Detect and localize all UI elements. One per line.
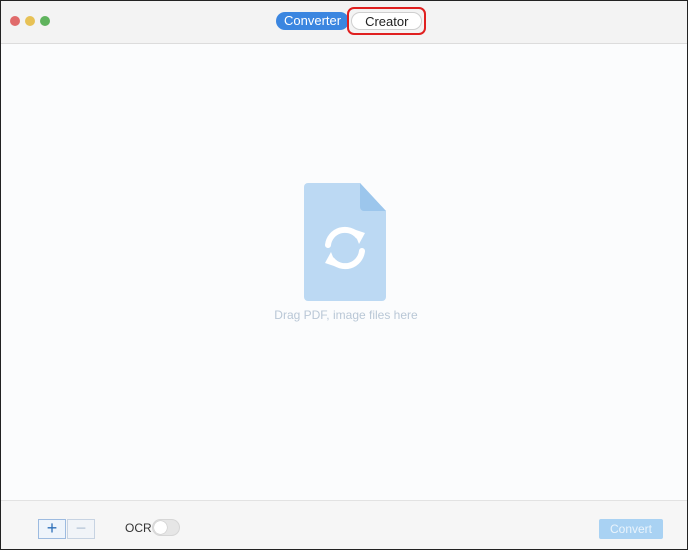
add-file-button[interactable]: + xyxy=(38,519,66,539)
tab-creator-label: Creator xyxy=(365,14,409,29)
mode-segmented-control: Converter Creator xyxy=(276,7,427,35)
minimize-window-button[interactable] xyxy=(25,16,35,26)
ocr-label: OCR xyxy=(125,521,152,535)
titlebar: Converter Creator xyxy=(1,1,687,44)
ocr-toggle-knob xyxy=(154,521,167,534)
drop-zone[interactable]: Drag PDF, image files here xyxy=(1,44,687,501)
tab-creator[interactable]: Creator xyxy=(347,7,427,35)
maximize-window-button[interactable] xyxy=(40,16,50,26)
remove-file-button[interactable]: − xyxy=(67,519,95,539)
bottom-toolbar: + − OCR Convert xyxy=(1,500,687,549)
ocr-toggle[interactable] xyxy=(152,519,180,536)
close-window-button[interactable] xyxy=(10,16,20,26)
file-convert-icon xyxy=(304,183,386,301)
tab-converter[interactable]: Converter xyxy=(276,12,350,30)
app-window: Converter Creator Drag PDF, image files … xyxy=(0,0,688,550)
convert-button[interactable]: Convert xyxy=(599,519,663,539)
drop-hint-text: Drag PDF, image files here xyxy=(274,308,418,322)
